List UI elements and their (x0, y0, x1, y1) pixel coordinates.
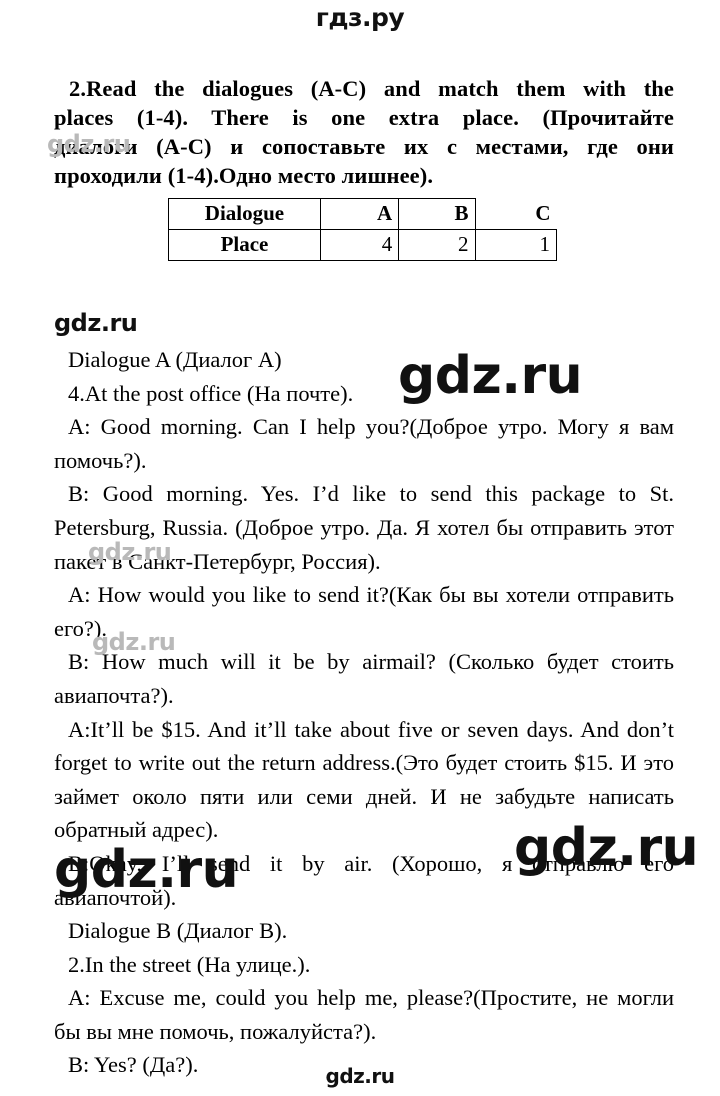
watermark-2: gdz.ru (54, 309, 138, 337)
table-header-b: B (398, 198, 476, 230)
table-header-a: A (319, 198, 400, 230)
table-row-header: Dialogue A B C (168, 198, 557, 230)
watermark-4: gdz.ru (88, 538, 172, 566)
table-row-label-place: Place (168, 229, 321, 261)
task-heading: 2.Read the dialogues (A-C) and match the… (54, 74, 674, 190)
watermark-6: gdz.ru (54, 840, 239, 900)
site-logo-bottom: gdz.ru (325, 1064, 395, 1088)
dialogue-body: Dialogue A (Диалог A) 4.At the post offi… (54, 343, 674, 1082)
paragraph-dialogue-b-title: Dialogue B (Диалог B). (68, 918, 288, 944)
site-logo-top: гдз.ру (315, 3, 405, 32)
watermark-3: gdz.ru (398, 346, 583, 406)
task-heading-block: 2.Read the dialogues (A-C) and match the… (54, 74, 674, 190)
answer-table-wrapper: Dialogue A B C Place 4 2 1 (168, 198, 558, 261)
task-heading-line-2: places (1-4). There is one extra place. … (54, 105, 674, 130)
table-row-answers: Place 4 2 1 (168, 229, 558, 261)
paragraph-dialogue-b-place: 2.In the street (На улице.). (68, 951, 311, 977)
watermark-5: gdz.ru (92, 628, 176, 656)
task-heading-line-1: 2.Read the dialogues (A-C) and match the… (69, 76, 674, 101)
paragraph-b-dialogue-a-line-1: A: Excuse me, could you help me, please?… (54, 985, 674, 1044)
table-cell-answer-c: 1 (474, 229, 558, 261)
table-header-c: C (474, 198, 557, 230)
task-heading-line-3: диалоги (А-С) и сопоставьте их с местами… (54, 134, 674, 159)
table-cell-answer-b: 2 (398, 229, 476, 261)
watermark-1: gdz.ru (47, 130, 131, 158)
task-heading-line-4: проходили (1-4).Одно место лишнее). (54, 163, 434, 188)
table-cell-answer-a: 4 (319, 229, 400, 261)
paragraph-a-line-1: A: Good morning. Can I help you?(Доброе … (54, 414, 674, 473)
table-row-label-dialogue: Dialogue (168, 198, 321, 230)
watermark-7: gdz.ru (514, 818, 699, 878)
answer-table: Dialogue A B C Place 4 2 1 (168, 198, 558, 261)
